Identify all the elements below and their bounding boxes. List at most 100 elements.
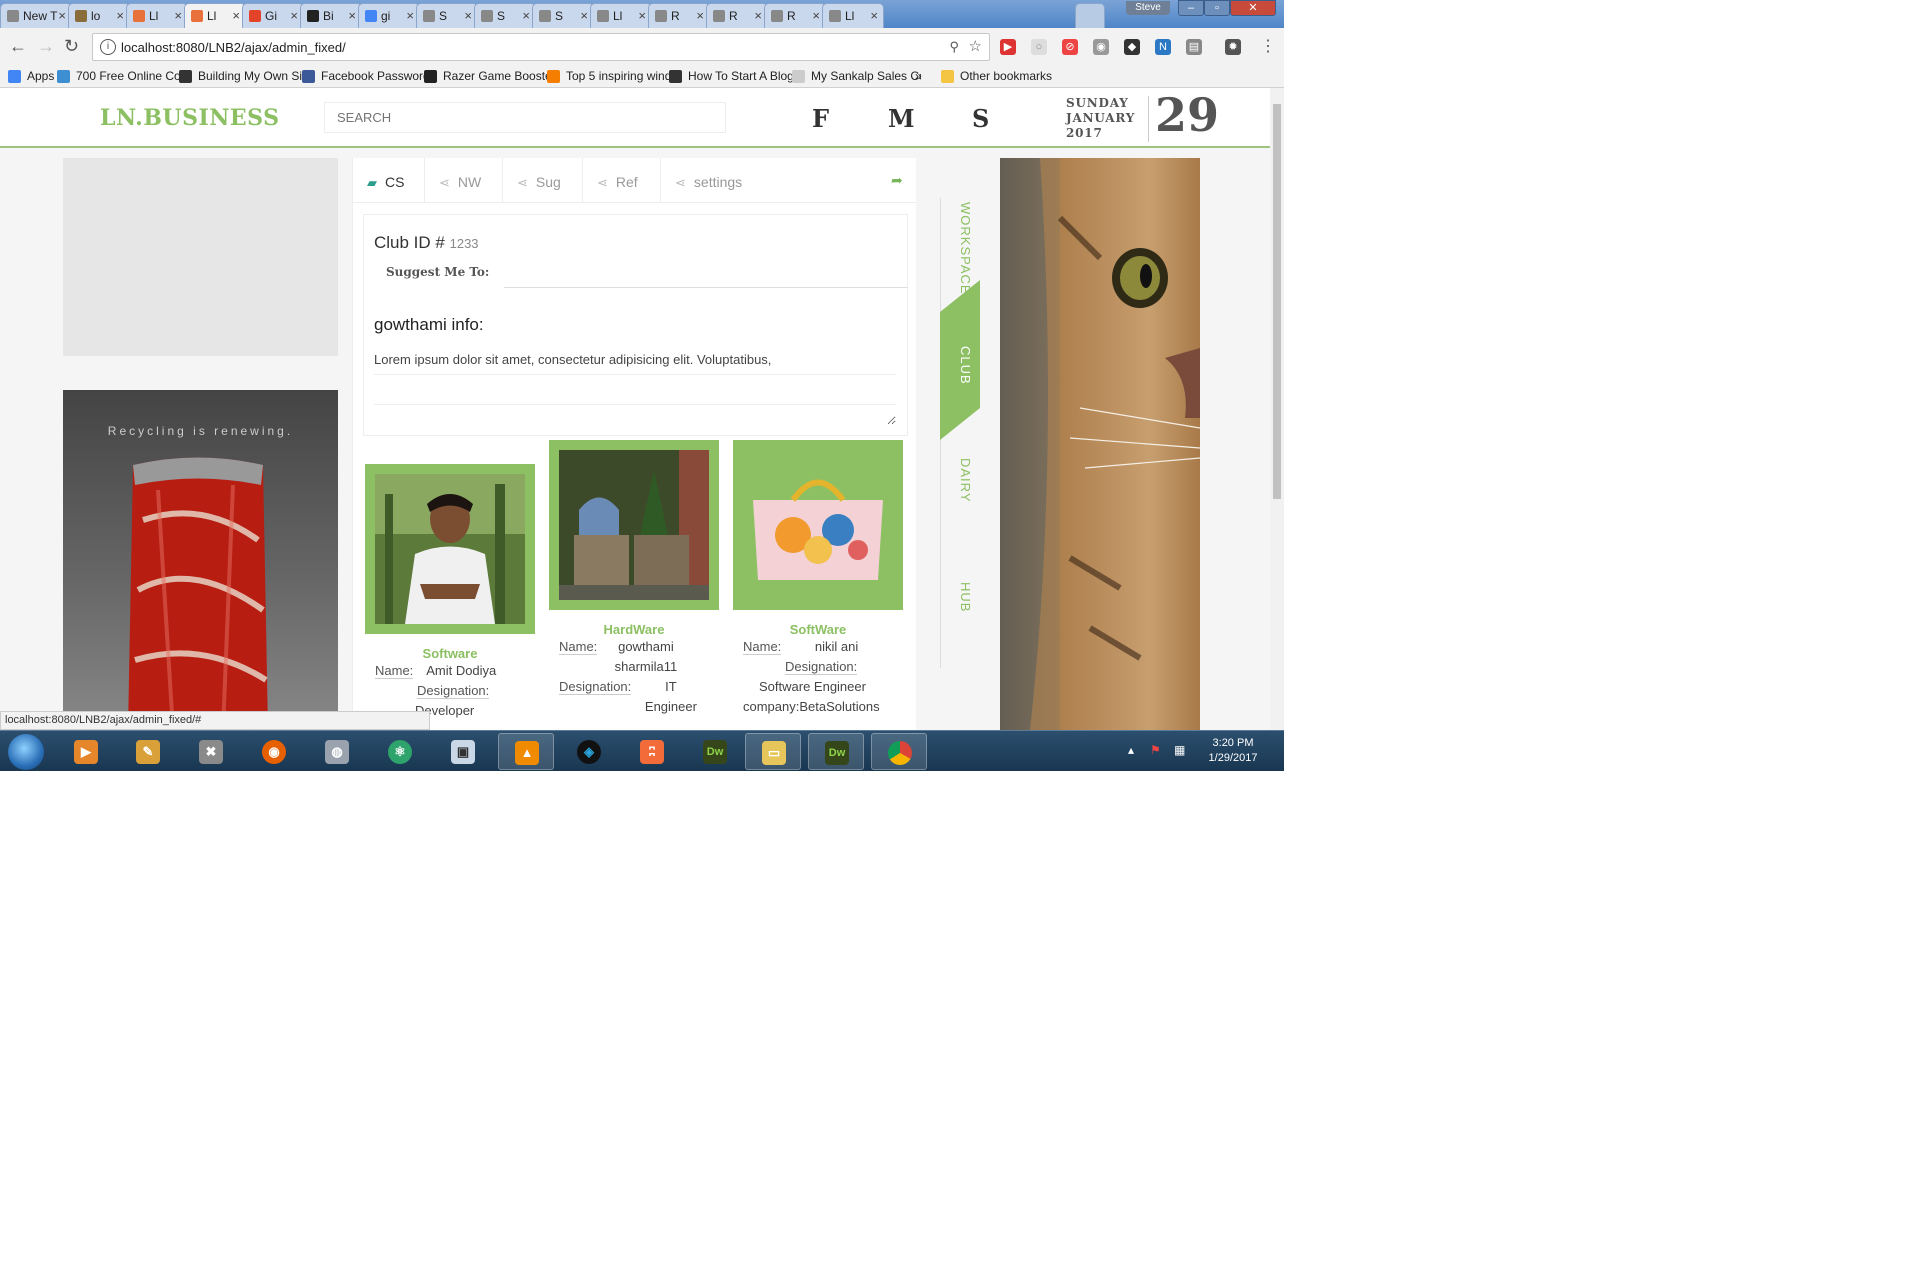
star-icon[interactable]: ☆ — [969, 37, 982, 55]
member-card[interactable]: HardWare Name: gowthami sharmila11 Desig… — [549, 440, 719, 717]
ad-banner[interactable]: Recycling is renewing. — [63, 390, 338, 730]
browser-tab[interactable]: Gi × — [242, 3, 304, 28]
browser-tab[interactable]: New T × — [0, 3, 72, 28]
browser-tab[interactable]: Ll × — [822, 3, 884, 28]
forward-icon[interactable]: → — [37, 36, 55, 57]
tab-cs[interactable]: ▰ CS — [353, 158, 425, 202]
member-card[interactable]: Software Name: Amit Dodiya Designation: … — [365, 464, 535, 721]
browser-tab[interactable]: R × — [706, 3, 768, 28]
taskbar-app[interactable]: Dw — [808, 733, 864, 770]
user-badge[interactable]: Steve — [1126, 1, 1170, 15]
minimize-button[interactable]: – — [1178, 0, 1204, 16]
side-tab-workspace[interactable]: WORKSPACE — [953, 202, 973, 295]
tab-close-icon[interactable]: × — [464, 8, 472, 23]
side-tab-club[interactable]: CLUB — [953, 346, 973, 385]
extension-icon[interactable]: ◆ — [1124, 39, 1140, 55]
browser-tab[interactable]: S × — [532, 3, 594, 28]
menu-icon[interactable]: ⋮ — [1260, 36, 1276, 56]
tab-close-icon[interactable]: × — [812, 8, 820, 23]
bookmark-item[interactable]: Razer Game Booster F — [424, 69, 555, 83]
header-link-f[interactable]: F — [812, 104, 829, 133]
bookmark-item[interactable]: Building My Own Siri — [179, 69, 313, 83]
tab-close-icon[interactable]: × — [522, 8, 530, 23]
tab-sug[interactable]: ⋖ Sug — [503, 158, 583, 202]
taskbar-app[interactable]: ◉ — [246, 733, 302, 770]
browser-tab[interactable]: Bi × — [300, 3, 362, 28]
show-hidden-icons[interactable]: ▴ — [1128, 743, 1134, 757]
taskbar-clock[interactable]: 3:20 PM 1/29/2017 — [1198, 736, 1268, 766]
info-textarea[interactable]: Lorem ipsum dolor sit amet, consectetur … — [374, 345, 896, 425]
taskbar-app[interactable]: ▭ — [745, 733, 801, 770]
tab-settings[interactable]: ⋖ settings — [661, 158, 761, 202]
tab-close-icon[interactable]: × — [870, 8, 878, 23]
tab-close-icon[interactable]: × — [58, 8, 66, 23]
back-icon[interactable]: ← — [9, 36, 27, 57]
header-link-s[interactable]: S — [972, 104, 989, 133]
logout-icon[interactable]: ➦ — [891, 172, 903, 189]
taskbar-app[interactable]: ʭ — [624, 733, 680, 770]
bookmark-item[interactable]: How To Start A Blog T — [669, 69, 798, 83]
tab-close-icon[interactable]: × — [232, 8, 240, 23]
taskbar-app[interactable]: ✎ — [120, 733, 176, 770]
bookmarks-overflow-button[interactable]: » — [915, 69, 931, 83]
bookmark-item[interactable]: Facebook Password H — [302, 69, 431, 83]
suggest-input[interactable] — [504, 255, 908, 288]
browser-tab[interactable]: S × — [474, 3, 536, 28]
action-center-icon[interactable]: ⚑ — [1150, 743, 1161, 757]
reload-icon[interactable]: ↻ — [64, 36, 79, 57]
taskbar-app[interactable] — [871, 733, 927, 770]
tab-close-icon[interactable]: × — [696, 8, 704, 23]
new-tab-button[interactable] — [1075, 3, 1105, 28]
bookmark-item[interactable]: Top 5 inspiring windo — [547, 69, 676, 83]
taskbar-app[interactable]: ✖ — [183, 733, 239, 770]
browser-tab[interactable]: lo × — [68, 3, 130, 28]
maximize-button[interactable]: ▫ — [1204, 0, 1230, 16]
tab-close-icon[interactable]: × — [580, 8, 588, 23]
tab-close-icon[interactable]: × — [290, 8, 298, 23]
bookmark-item[interactable]: 700 Free Online Cour — [57, 69, 186, 83]
taskbar-app[interactable]: ▲ — [498, 733, 554, 770]
tab-ref[interactable]: ⋖ Ref — [583, 158, 661, 202]
address-bar[interactable]: i localhost:8080/LNB2/ajax/admin_fixed/ … — [92, 33, 990, 61]
taskbar-app[interactable]: ▶ — [58, 733, 114, 770]
tab-close-icon[interactable]: × — [638, 8, 646, 23]
browser-tab[interactable]: S × — [416, 3, 478, 28]
bookmark-item[interactable]: My Sankalp Sales Cor — [792, 69, 921, 83]
taskbar-app[interactable]: Dw — [687, 733, 743, 770]
tab-close-icon[interactable]: × — [348, 8, 356, 23]
tab-close-icon[interactable]: × — [754, 8, 762, 23]
close-window-button[interactable]: ✕ — [1230, 0, 1276, 16]
taskbar-app[interactable]: ⚛ — [372, 733, 428, 770]
extension-icon[interactable]: N — [1155, 39, 1171, 55]
browser-tab[interactable]: Ll × — [126, 3, 188, 28]
taskbar-app[interactable]: ◈ — [561, 733, 617, 770]
browser-tab[interactable]: gi × — [358, 3, 420, 28]
side-tab-dairy[interactable]: DAIRY — [953, 458, 973, 503]
browser-tab[interactable]: R × — [764, 3, 826, 28]
taskbar-app[interactable]: ◍ — [309, 733, 365, 770]
settings-icon[interactable]: ✹ — [1225, 39, 1241, 55]
extension-icon[interactable]: ▤ — [1186, 39, 1202, 55]
info-icon[interactable]: i — [100, 39, 116, 55]
browser-tab[interactable]: Ll × — [590, 3, 652, 28]
ad-placeholder[interactable] — [63, 158, 338, 356]
extension-icon[interactable]: ▶ — [1000, 39, 1016, 55]
start-button[interactable] — [8, 734, 44, 770]
camera-icon[interactable]: ◉ — [1093, 39, 1109, 55]
key-icon[interactable]: ⚲ — [949, 39, 959, 55]
scroll-thumb[interactable] — [1273, 104, 1281, 499]
extension-icon[interactable]: ⊘ — [1062, 39, 1078, 55]
browser-tab[interactable]: Ll × — [184, 3, 246, 28]
header-link-m[interactable]: M — [888, 104, 915, 133]
tab-close-icon[interactable]: × — [116, 8, 124, 23]
browser-tab[interactable]: R × — [648, 3, 710, 28]
member-card[interactable]: SoftWare Name: nikil ani Designation: So… — [733, 440, 903, 717]
tab-close-icon[interactable]: × — [406, 8, 414, 23]
cat-image-banner[interactable] — [1000, 158, 1200, 730]
taskbar-app[interactable]: ▣ — [435, 733, 491, 770]
site-logo[interactable]: LN.BUSINESS — [100, 105, 279, 131]
bookmark-item[interactable]: Other bookmarks — [941, 69, 1060, 83]
search-input[interactable] — [324, 102, 726, 133]
page-scrollbar[interactable] — [1270, 88, 1284, 730]
tab-close-icon[interactable]: × — [174, 8, 182, 23]
